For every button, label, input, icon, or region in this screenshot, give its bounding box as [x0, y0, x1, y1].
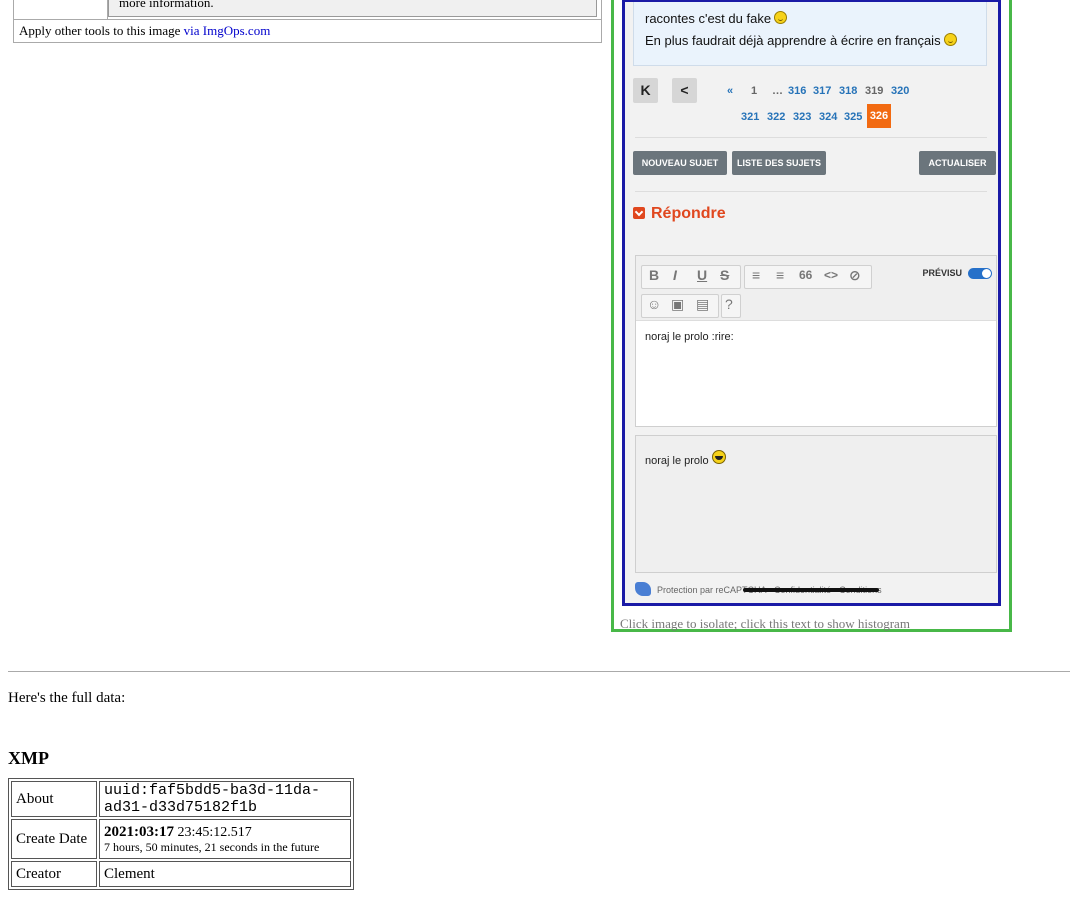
previous-page-button[interactable]: < [672, 78, 697, 103]
reply-editor[interactable]: B I U S ≡ ≡ 66 <> ⊘ ☺ ▣ ▤ ? PRÉVISU nora… [635, 255, 997, 427]
full-data-intro: Here's the full data: [8, 690, 126, 706]
note-cell: more information. [107, 0, 602, 20]
preview-pane: noraj le prolo [635, 435, 997, 573]
preview-toggle[interactable] [968, 268, 992, 279]
first-page-button[interactable]: K [633, 78, 658, 103]
recaptcha-icon [635, 582, 651, 596]
italic-icon[interactable]: I [673, 267, 677, 283]
editor-toolbar: B I U S ≡ ≡ 66 <> ⊘ ☺ ▣ ▤ ? PRÉVISU [636, 256, 996, 321]
image-tools-table: more information. Apply other tools to t… [13, 0, 602, 43]
create-seconds: 12.517 [213, 825, 252, 840]
message-line-1: racontes c'est du fake [645, 11, 788, 26]
page-link[interactable]: 319 [865, 85, 883, 97]
page-link[interactable]: 317 [813, 85, 831, 97]
strikethrough-icon[interactable]: S [720, 267, 729, 283]
key-cell: Create Date [11, 819, 97, 859]
note-box: more information. [108, 0, 597, 17]
table-row: Creator Clement [11, 861, 351, 887]
numbered-list-icon[interactable]: ≡ [776, 267, 784, 283]
value-cell: 2021:03:17 23:45:12.517 7 hours, 50 minu… [99, 819, 351, 859]
page-ellipsis: … [772, 85, 783, 97]
bold-icon[interactable]: B [649, 267, 659, 283]
quote-icon[interactable]: 66 [799, 268, 812, 282]
key-cell: About [11, 781, 97, 817]
new-topic-button[interactable]: NOUVEAU SUJET [633, 151, 727, 175]
value-cell: uuid:faf5bdd5-ba3d-11da-ad31-d33d75182f1… [99, 781, 351, 817]
preview-text: noraj le prolo [645, 450, 726, 467]
xmp-heading: XMP [8, 748, 49, 768]
page-link[interactable]: 323 [793, 111, 811, 123]
smile-icon [943, 33, 957, 46]
emoji-icon[interactable]: ☺ [647, 296, 661, 312]
xmp-table: About uuid:faf5bdd5-ba3d-11da-ad31-d33d7… [8, 778, 354, 890]
apply-tools-cell: Apply other tools to this image via ImgO… [13, 19, 602, 43]
underline-icon[interactable]: U [697, 267, 707, 283]
divider [635, 137, 987, 138]
video-icon[interactable]: ▤ [696, 296, 709, 313]
table-row: Create Date 2021:03:17 23:45:12.517 7 ho… [11, 819, 351, 859]
horizontal-rule [8, 671, 1070, 672]
forum-message: racontes c'est du fake En plus faudrait … [633, 2, 987, 66]
spoiler-icon[interactable]: ⊘ [849, 267, 861, 284]
page-link[interactable]: 325 [844, 111, 862, 123]
laughing-emoji-icon [711, 450, 726, 464]
page-link[interactable]: 324 [819, 111, 837, 123]
forum-screenshot[interactable]: racontes c'est du fake En plus faudrait … [622, 0, 1001, 606]
imgops-link[interactable]: via ImgOps.com [184, 23, 271, 38]
current-page: 326 [867, 104, 891, 128]
page-link[interactable]: 1 [751, 85, 757, 97]
empty-cell [13, 0, 108, 20]
key-cell: Creator [11, 861, 97, 887]
value-cell: Clement [99, 861, 351, 887]
help-icon[interactable]: ? [725, 296, 733, 312]
image-icon[interactable]: ▣ [671, 296, 684, 313]
chevron-down-icon [633, 207, 645, 219]
relative-time: 7 hours, 50 minutes, 21 seconds in the f… [104, 840, 320, 854]
image-caption[interactable]: Click image to isolate; click this text … [620, 616, 910, 632]
code-icon[interactable]: <> [824, 268, 838, 282]
refresh-button[interactable]: ACTUALISER [919, 151, 996, 175]
redaction-scribble [743, 588, 879, 592]
create-date: 2021:03:17 [104, 824, 174, 840]
page-link[interactable]: 318 [839, 85, 857, 97]
smile-icon [774, 11, 788, 24]
apply-tools-text: Apply other tools to this image [19, 23, 184, 38]
table-row: About uuid:faf5bdd5-ba3d-11da-ad31-d33d7… [11, 781, 351, 817]
divider [635, 191, 987, 192]
page-link[interactable]: 322 [767, 111, 785, 123]
page-link[interactable]: 316 [788, 85, 806, 97]
reply-heading[interactable]: Répondre [633, 205, 726, 223]
page-link-first[interactable]: « [727, 85, 733, 97]
preview-label: PRÉVISU [922, 268, 962, 278]
message-line-2: En plus faudrait déjà apprendre à écrire… [645, 33, 957, 48]
image-preview-frame[interactable]: racontes c'est du fake En plus faudrait … [611, 0, 1012, 632]
topic-list-button[interactable]: LISTE DES SUJETS [732, 151, 826, 175]
editor-textarea[interactable]: noraj le prolo :rire: [645, 331, 734, 343]
page-link[interactable]: 321 [741, 111, 759, 123]
page-link[interactable]: 320 [891, 85, 909, 97]
create-time: 23:45: [174, 825, 214, 840]
bullet-list-icon[interactable]: ≡ [752, 267, 760, 283]
